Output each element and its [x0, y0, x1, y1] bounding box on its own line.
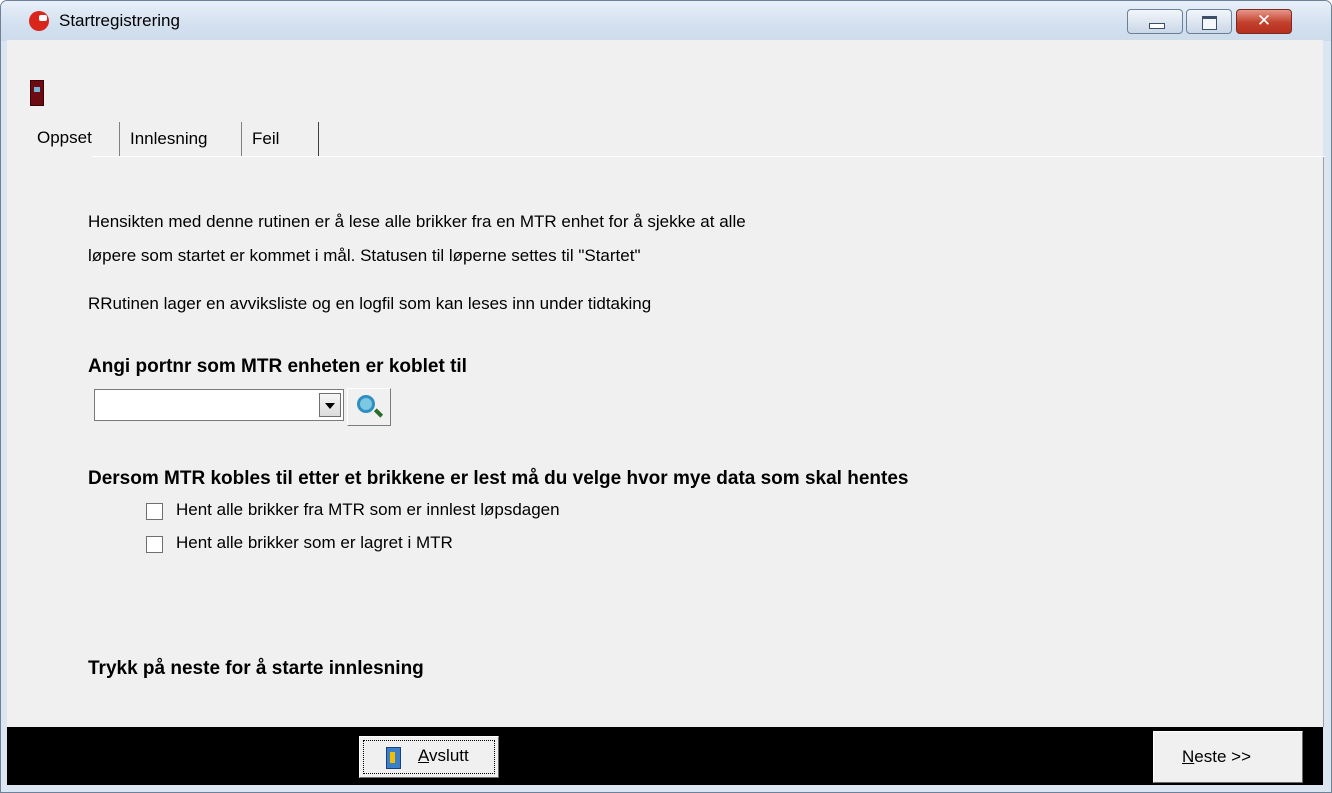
maximize-button[interactable]: [1186, 9, 1232, 34]
title-bar[interactable]: Startregistrering ✕: [1, 1, 1331, 41]
app-logo-icon: [29, 11, 49, 31]
description-line-1: Hensikten med denne rutinen er å lese al…: [88, 212, 746, 231]
bottom-bar: [7, 727, 1323, 785]
exit-icon: [386, 747, 401, 769]
checkbox-innlest-lopsdagen[interactable]: [146, 503, 163, 520]
search-icon: [357, 395, 375, 413]
avslutt-button[interactable]: Avslutt: [359, 736, 499, 778]
tab-innlesning[interactable]: Innlesning: [119, 122, 208, 156]
chevron-down-icon[interactable]: [319, 393, 341, 417]
checkbox-lagret-i-mtr-label[interactable]: Hent alle brikker som er lagret i MTR: [176, 533, 453, 553]
close-icon: ✕: [1256, 11, 1272, 31]
window-title: Startregistrering: [59, 11, 180, 30]
minimize-icon: [1149, 23, 1165, 29]
port-heading: Angi portnr som MTR enheten er koblet ti…: [88, 356, 467, 377]
tab-panel-oppset: [35, 157, 1324, 727]
instruction-text: Trykk på neste for å starte innlesning: [88, 658, 424, 679]
checkbox-innlest-lopsdagen-label[interactable]: Hent alle brikker fra MTR som er innlest…: [176, 500, 560, 520]
close-button[interactable]: ✕: [1236, 9, 1292, 34]
tab-feil[interactable]: Feil: [241, 122, 319, 156]
neste-label: Neste >>: [1182, 747, 1251, 766]
tab-baseline: [35, 156, 1325, 157]
data-heading: Dersom MTR kobles til etter et brikkene …: [88, 468, 909, 489]
avslutt-label: Avslutt: [418, 746, 469, 765]
tab-oppset[interactable]: Oppset: [35, 120, 92, 158]
neste-button[interactable]: Neste >>: [1153, 731, 1303, 783]
checkbox-lagret-i-mtr[interactable]: [146, 536, 163, 553]
description-line-3: RRutinen lager en avviksliste og en logf…: [88, 294, 652, 313]
port-combobox[interactable]: [94, 389, 344, 421]
exit-door-icon[interactable]: [30, 80, 44, 106]
maximize-icon: [1202, 16, 1217, 30]
description-line-2: løpere som startet er kommet i mål. Stat…: [88, 246, 641, 265]
search-port-button[interactable]: [347, 388, 391, 426]
minimize-button[interactable]: [1127, 9, 1183, 34]
